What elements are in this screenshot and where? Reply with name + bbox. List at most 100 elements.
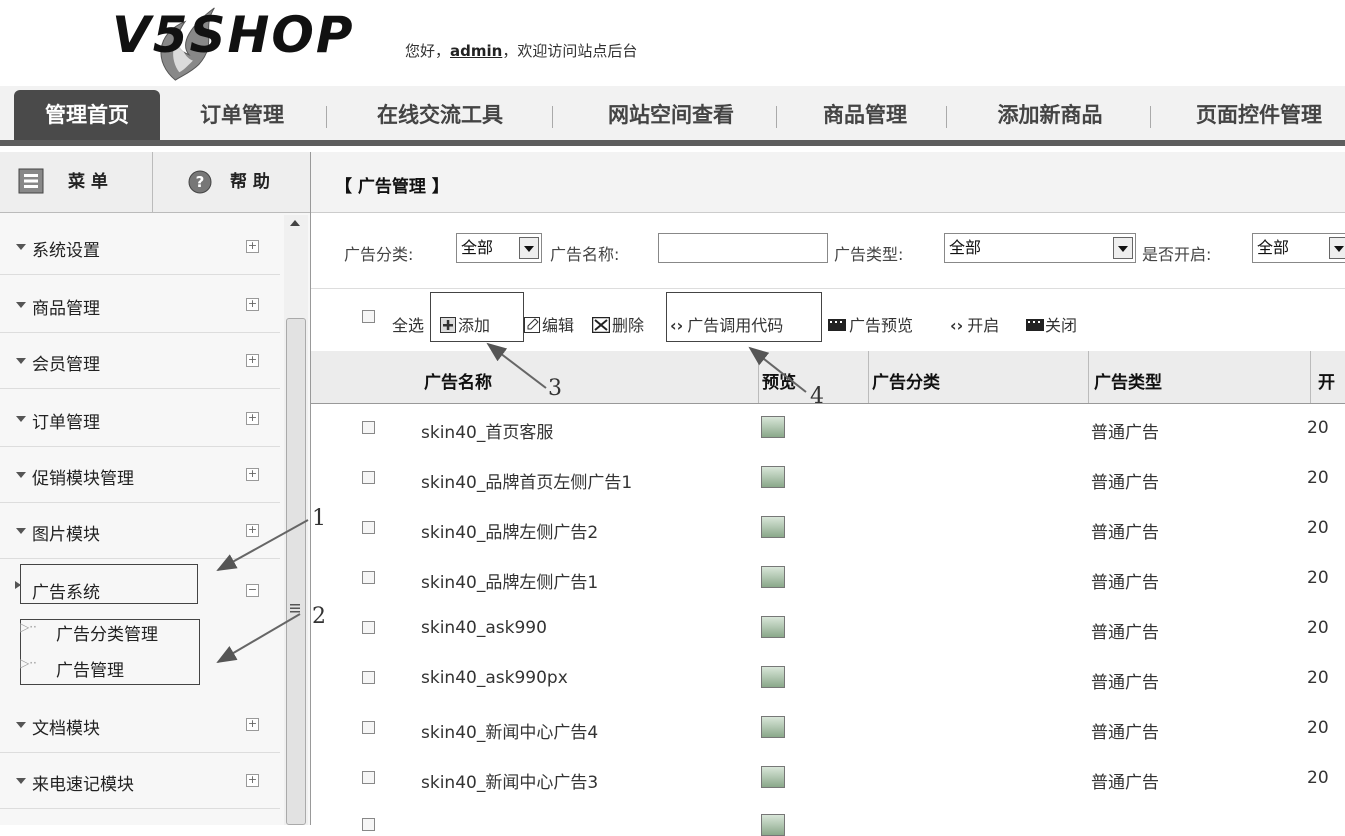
row-checkbox[interactable] (362, 721, 375, 734)
preview-image-icon[interactable] (761, 466, 785, 488)
row-date: 20 (1307, 718, 1329, 738)
enable-button-label: 开启 (967, 316, 1000, 335)
ad-code-button[interactable]: ‹› 广告调用代码 (670, 312, 783, 336)
preview-image-icon[interactable] (761, 666, 785, 688)
row-date: 20 (1307, 418, 1329, 438)
sidebar-item-promotions[interactable]: 促销模块管理 + (0, 450, 280, 503)
col-header-enabled[interactable]: 开 (1318, 368, 1335, 393)
admin-user-link[interactable]: admin (450, 42, 502, 60)
code-brackets-icon: ‹› (670, 316, 684, 335)
table-row[interactable]: skin40_新闻中心广告4 普通广告 20 (311, 704, 1345, 755)
expand-plus-icon[interactable]: + (246, 774, 259, 787)
sidebar-item-ad-system[interactable]: 广告系统 − (0, 560, 280, 612)
row-ad-name: skin40_品牌左侧广告1 (421, 573, 599, 593)
row-ad-type: 普通广告 (1091, 523, 1159, 543)
table-row[interactable]: skin40_首页客服 普通广告 20 (311, 404, 1345, 455)
nav-tab-home[interactable]: 管理首页 (14, 90, 160, 140)
row-checkbox[interactable] (362, 621, 375, 634)
delete-x-icon (591, 316, 611, 334)
sidebar-item-label: 图片模块 (32, 525, 100, 545)
row-checkbox[interactable] (362, 471, 375, 484)
type-select[interactable]: 全部 (944, 233, 1136, 263)
col-header-ad-name[interactable]: 广告名称 (424, 368, 492, 393)
add-button[interactable]: 添加 (440, 312, 490, 336)
nav-tab-online-chat[interactable]: 在线交流工具 (352, 86, 528, 140)
row-ad-type: 普通广告 (1091, 673, 1159, 693)
nav-tab-page-controls[interactable]: 页面控件管理 (1176, 86, 1342, 140)
sidebar-item-products[interactable]: 商品管理 + (0, 280, 280, 333)
ad-name-input[interactable] (658, 233, 828, 263)
col-header-ad-type[interactable]: 广告类型 (1094, 368, 1162, 393)
preview-image-icon[interactable] (761, 716, 785, 738)
select-all-checkbox[interactable] (362, 310, 375, 323)
preview-image-icon[interactable] (761, 416, 785, 438)
sidebar-subitem-ad-manage[interactable]: 广告管理 (56, 656, 124, 681)
expand-plus-icon[interactable]: + (246, 524, 259, 537)
expand-plus-icon[interactable]: + (246, 298, 259, 311)
preview-image-icon[interactable] (761, 814, 785, 836)
preview-image-icon[interactable] (761, 766, 785, 788)
edit-button[interactable]: 编辑 (524, 312, 574, 336)
sidebar-scroll-thumb[interactable] (286, 318, 306, 825)
sidebar-item-orders[interactable]: 订单管理 + (0, 394, 280, 447)
sidebar-item-members[interactable]: 会员管理 + (0, 336, 280, 389)
table-row-partial[interactable] (311, 804, 1345, 836)
table-row[interactable]: skin40_品牌首页左侧广告1 普通广告 20 (311, 454, 1345, 505)
disable-button[interactable]: 关闭 (1026, 312, 1077, 336)
expand-plus-icon[interactable]: + (246, 354, 259, 367)
collapse-minus-icon[interactable]: − (246, 584, 259, 597)
scroll-up-arrow-icon[interactable] (289, 218, 301, 228)
select-all-label: 全选 (392, 316, 425, 335)
table-row[interactable]: skin40_新闻中心广告3 普通广告 20 (311, 754, 1345, 805)
edit-pencil-icon (524, 317, 540, 333)
nav-tab-orders[interactable]: 订单管理 (172, 86, 312, 140)
nav-tab-add-product[interactable]: 添加新商品 (970, 86, 1130, 140)
add-button-label: 添加 (458, 316, 491, 335)
sidebar-tab-menu[interactable]: 菜 单 (68, 152, 108, 212)
ad-preview-button-label: 广告预览 (849, 316, 914, 335)
preview-image-icon[interactable] (761, 516, 785, 538)
category-select[interactable]: 全部 (456, 233, 542, 263)
sidebar-item-call-notes[interactable]: 来电速记模块 + (0, 756, 280, 809)
row-ad-name: skin40_ask990 (421, 618, 547, 638)
expand-plus-icon[interactable]: + (246, 468, 259, 481)
nav-tab-products[interactable]: 商品管理 (800, 86, 930, 140)
ad-preview-button[interactable]: 广告预览 (828, 312, 913, 336)
row-checkbox[interactable] (362, 671, 375, 684)
row-checkbox[interactable] (362, 571, 375, 584)
nav-separator (552, 106, 553, 128)
delete-button[interactable]: 删除 (591, 312, 644, 336)
col-header-preview[interactable]: 预览 (762, 368, 796, 393)
row-ad-type: 普通广告 (1091, 623, 1159, 643)
nav-tab-web-space[interactable]: 网站空间查看 (576, 86, 766, 140)
enable-button[interactable]: ‹› 开启 (950, 312, 999, 336)
table-row[interactable]: skin40_ask990 普通广告 20 (311, 604, 1345, 655)
sidebar-item-system-settings[interactable]: 系统设置 + (0, 222, 280, 275)
row-date: 20 (1307, 768, 1329, 788)
greeting-prefix: 您好， (405, 42, 451, 60)
expand-plus-icon[interactable]: + (246, 718, 259, 731)
sidebar-tab-help[interactable]: 帮 助 (230, 152, 270, 212)
sidebar-item-images[interactable]: 图片模块 + (0, 506, 280, 559)
preview-image-icon[interactable] (761, 616, 785, 638)
row-checkbox[interactable] (362, 421, 375, 434)
expand-plus-icon[interactable]: + (246, 412, 259, 425)
annotation-number-4: 4 (810, 384, 824, 409)
collapse-triangle-icon (16, 416, 26, 422)
col-header-ad-category[interactable]: 广告分类 (872, 368, 940, 393)
nav-separator (776, 106, 777, 128)
sidebar-tab-separator (152, 152, 153, 212)
expand-plus-icon[interactable]: + (246, 240, 259, 253)
sidebar-subitem-ad-category[interactable]: 广告分类管理 (56, 620, 158, 645)
sidebar-item-documents[interactable]: 文档模块 + (0, 700, 280, 753)
row-checkbox[interactable] (362, 521, 375, 534)
collapse-triangle-icon (16, 528, 26, 534)
filter-type-label: 广告类型: (834, 245, 904, 264)
table-row[interactable]: skin40_品牌左侧广告1 普通广告 20 (311, 554, 1345, 605)
row-ad-type: 普通广告 (1091, 573, 1159, 593)
enabled-select[interactable]: 全部 (1252, 233, 1345, 263)
row-checkbox[interactable] (362, 771, 375, 784)
preview-image-icon[interactable] (761, 566, 785, 588)
table-row[interactable]: skin40_品牌左侧广告2 普通广告 20 (311, 504, 1345, 555)
table-row[interactable]: skin40_ask990px 普通广告 20 (311, 654, 1345, 705)
